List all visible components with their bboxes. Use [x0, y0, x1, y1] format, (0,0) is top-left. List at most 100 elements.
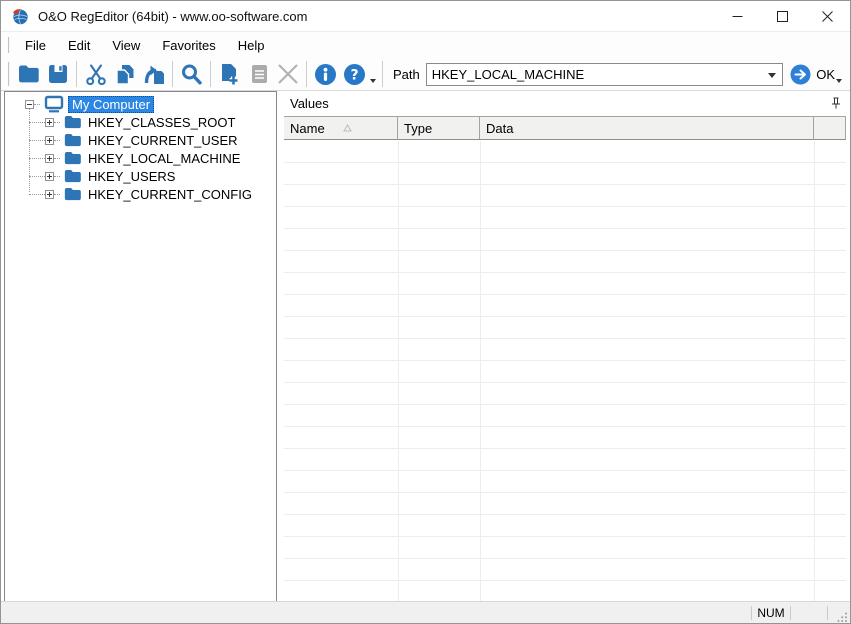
menu-item[interactable]: Edit	[57, 35, 101, 56]
column-header-type[interactable]: Type	[398, 117, 480, 139]
tree-connector	[54, 194, 60, 195]
cut-icon	[84, 63, 108, 86]
go-ok-button[interactable]: OK	[790, 64, 835, 85]
combo-dropdown-caret[interactable]	[768, 73, 776, 78]
open-folder-icon	[17, 63, 41, 85]
info-icon	[314, 63, 337, 86]
tree-item-label[interactable]: My Computer	[68, 96, 154, 113]
close-button[interactable]	[805, 1, 850, 31]
values-panel-header: Values	[282, 91, 848, 116]
folder-icon	[64, 169, 81, 183]
folder-icon	[64, 133, 81, 147]
expand-icon[interactable]	[45, 154, 54, 163]
menu-item[interactable]: Help	[227, 35, 276, 56]
delete-x-icon	[276, 62, 300, 86]
path-value[interactable]: HKEY_LOCAL_MACHINE	[427, 67, 584, 82]
registry-tree-panel: My Computer HKEY_CLASSES_ROOT	[4, 91, 277, 603]
menu-item[interactable]: File	[14, 35, 57, 56]
cut-button[interactable]	[81, 60, 110, 88]
expand-icon[interactable]	[45, 172, 54, 181]
tree-connector	[54, 176, 60, 177]
document-icon	[249, 63, 269, 85]
tree-connector	[29, 140, 45, 141]
tree-item-my-computer[interactable]: My Computer	[5, 95, 276, 113]
app-logo-icon	[11, 7, 29, 25]
app-window: O&O RegEditor (64bit) - www.oo-software.…	[0, 0, 851, 624]
tree-connector	[34, 104, 40, 105]
values-table: Name Type Data	[284, 116, 846, 603]
statusbar-separator	[827, 606, 828, 620]
statusbar-pane	[791, 602, 827, 623]
column-header-blank[interactable]	[814, 117, 845, 139]
toolbar-grip[interactable]	[8, 37, 10, 53]
tree-connector	[54, 140, 60, 141]
folder-icon	[64, 151, 81, 165]
paste-icon	[142, 63, 166, 86]
sort-ascending-icon	[343, 124, 352, 132]
open-folder-button[interactable]	[14, 60, 43, 88]
toolbar: ? Path HKEY_LOCAL_MACHINE OK	[1, 58, 850, 91]
save-button[interactable]	[43, 60, 72, 88]
ok-label: OK	[816, 67, 835, 82]
column-gridline	[398, 141, 399, 603]
maximize-icon	[777, 11, 788, 22]
delete-button-disabled[interactable]	[273, 60, 302, 88]
status-bar: NUM	[1, 601, 850, 623]
tree-item-hive[interactable]: HKEY_CURRENT_USER	[5, 131, 276, 149]
column-header-data[interactable]: Data	[480, 117, 814, 139]
help-button[interactable]: ?	[340, 60, 369, 88]
help-dropdown-caret[interactable]	[370, 79, 376, 83]
tree-connector	[54, 122, 60, 123]
search-icon	[180, 63, 203, 86]
tree-connector	[29, 194, 45, 195]
minimize-button[interactable]	[715, 1, 760, 31]
expand-icon[interactable]	[45, 136, 54, 145]
values-list-body[interactable]	[284, 141, 846, 603]
new-value-button-disabled[interactable]	[244, 60, 273, 88]
path-combobox[interactable]: HKEY_LOCAL_MACHINE	[426, 63, 783, 86]
title-bar: O&O RegEditor (64bit) - www.oo-software.…	[1, 1, 850, 32]
tree-item-label[interactable]: HKEY_CURRENT_USER	[85, 133, 241, 148]
maximize-button[interactable]	[760, 1, 805, 31]
toolbar-separator	[382, 61, 383, 87]
paste-button[interactable]	[139, 60, 168, 88]
tree-item-hive[interactable]: HKEY_CURRENT_CONFIG	[5, 185, 276, 203]
toolbar-separator	[172, 61, 173, 87]
folder-icon	[64, 187, 81, 201]
tree-connector	[54, 158, 60, 159]
search-button[interactable]	[177, 60, 206, 88]
help-icon: ?	[343, 63, 366, 86]
tree-item-label[interactable]: HKEY_LOCAL_MACHINE	[85, 151, 243, 166]
expand-icon[interactable]	[45, 118, 54, 127]
values-panel: Values Name Type	[282, 91, 848, 603]
toolbar-overflow-caret[interactable]	[836, 79, 842, 83]
collapse-icon[interactable]	[25, 100, 34, 109]
menu-item[interactable]: Favorites	[151, 35, 226, 56]
values-title: Values	[290, 96, 329, 111]
resize-grip[interactable]	[836, 611, 848, 623]
tree-item-hive[interactable]: HKEY_LOCAL_MACHINE	[5, 149, 276, 167]
column-gridline	[480, 141, 481, 603]
tree-connector	[29, 176, 45, 177]
toolbar-grip[interactable]	[8, 62, 10, 86]
new-key-icon	[218, 62, 241, 86]
tree-item-label[interactable]: HKEY_USERS	[85, 169, 178, 184]
tree-item-label[interactable]: HKEY_CLASSES_ROOT	[85, 115, 238, 130]
copy-button[interactable]	[110, 60, 139, 88]
main-content: My Computer HKEY_CLASSES_ROOT	[1, 91, 850, 603]
menu-item[interactable]: View	[101, 35, 151, 56]
tree-connector	[29, 158, 45, 159]
column-header-name[interactable]: Name	[284, 117, 398, 139]
tree-item-hive[interactable]: HKEY_CLASSES_ROOT	[5, 113, 276, 131]
expand-icon[interactable]	[45, 190, 54, 199]
info-button[interactable]	[311, 60, 340, 88]
toolbar-separator	[210, 61, 211, 87]
pin-icon[interactable]	[830, 97, 842, 110]
folder-icon	[64, 115, 81, 129]
num-lock-indicator: NUM	[752, 606, 790, 620]
tree-item-hive[interactable]: HKEY_USERS	[5, 167, 276, 185]
new-key-button[interactable]	[215, 60, 244, 88]
tree-connector-line	[29, 106, 30, 192]
tree-item-label[interactable]: HKEY_CURRENT_CONFIG	[85, 187, 255, 202]
svg-text:?: ?	[350, 67, 358, 83]
